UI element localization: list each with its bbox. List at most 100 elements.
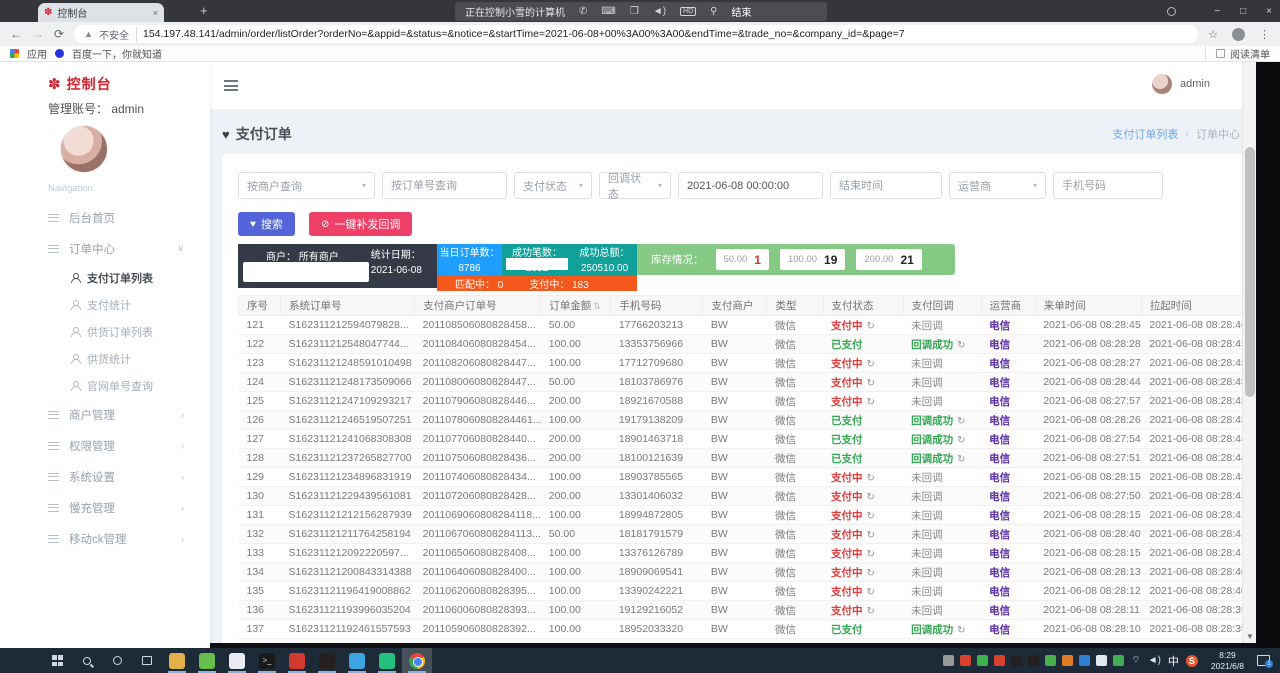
bookmark-baidu[interactable]: 百度一下，你就知道: [72, 46, 162, 61]
merchant-stat-input[interactable]: [243, 262, 369, 282]
apps-grid-icon[interactable]: [10, 49, 19, 58]
order-no-input[interactable]: [382, 172, 507, 199]
start-button[interactable]: [42, 648, 72, 673]
refresh-status-icon[interactable]: ↻: [867, 397, 875, 408]
refresh-status-icon[interactable]: ↻: [867, 359, 875, 370]
fullscreen-icon[interactable]: ❐: [630, 6, 639, 17]
scrollbar-thumb[interactable]: [1245, 147, 1255, 397]
merchant-filter-select[interactable]: 按商户查询▾: [238, 172, 375, 199]
pay-status-select[interactable]: 支付状态▾: [514, 172, 592, 199]
taskbar-terminal-button[interactable]: >_: [252, 648, 282, 673]
column-header-3[interactable]: 订单金额⇅: [541, 296, 611, 316]
end-time-input[interactable]: [830, 172, 942, 199]
reading-list-button[interactable]: 阅读清单: [1205, 46, 1270, 61]
window-minimize-button[interactable]: −: [1214, 6, 1220, 17]
search-button[interactable]: ♥ 搜索: [238, 212, 295, 236]
new-tab-button[interactable]: +: [200, 3, 208, 18]
scroll-down-arrow-icon[interactable]: ▼: [1246, 632, 1254, 641]
security-label[interactable]: 不安全: [99, 27, 137, 42]
refresh-callback-icon[interactable]: ↻: [957, 340, 965, 351]
header-user[interactable]: admin: [1152, 74, 1210, 94]
volume-icon[interactable]: ◄): [1148, 655, 1161, 666]
taskbar-qq-button[interactable]: [312, 648, 342, 673]
phone-icon[interactable]: ✆: [579, 6, 587, 17]
callback-status-select[interactable]: 回调状态▾: [599, 172, 671, 199]
refresh-status-icon[interactable]: ↻: [867, 549, 875, 560]
tray-app-icon-4[interactable]: [1011, 655, 1022, 666]
browser-tab[interactable]: ✽ 控制台 ×: [38, 3, 164, 22]
sidebar-item-merchant-mgmt[interactable]: 商户管理›: [48, 399, 210, 430]
sidebar-item-permission-mgmt[interactable]: 权限管理›: [48, 430, 210, 461]
taskbar-red-snail-app-button[interactable]: [282, 648, 312, 673]
tray-app-icon-5[interactable]: [1028, 655, 1039, 666]
cortana-button[interactable]: [102, 648, 132, 673]
notification-center-icon[interactable]: 1: [1257, 655, 1270, 666]
refresh-callback-icon[interactable]: ↻: [957, 454, 965, 465]
refresh-status-icon[interactable]: ↻: [867, 473, 875, 484]
refresh-callback-icon[interactable]: ↻: [957, 625, 965, 636]
pin-icon[interactable]: ⚲: [710, 6, 717, 17]
taskbar-search-button[interactable]: [72, 648, 102, 673]
hamburger-menu-icon[interactable]: [224, 80, 238, 91]
page-scrollbar[interactable]: ▼: [1242, 62, 1256, 643]
back-button[interactable]: ←: [10, 27, 22, 41]
taskbar-green-play-app-button[interactable]: [372, 648, 402, 673]
phone-input[interactable]: [1053, 172, 1163, 199]
end-time-field[interactable]: [839, 180, 933, 192]
refresh-status-icon[interactable]: ↻: [867, 530, 875, 541]
start-time-field[interactable]: [687, 180, 814, 192]
sidebar-item-dashboard[interactable]: 后台首页: [48, 202, 210, 233]
task-view-button[interactable]: [132, 648, 162, 673]
bookmark-star-icon[interactable]: ☆: [1208, 28, 1218, 41]
sidebar-item-slow-recharge-mgmt[interactable]: 慢充管理›: [48, 492, 210, 523]
tray-app-icon-2[interactable]: [977, 655, 988, 666]
sidebar-subitem-supply-stats[interactable]: 供货统计: [48, 345, 210, 372]
taskbar-dice-app-button[interactable]: [222, 648, 252, 673]
refresh-callback-icon[interactable]: ↻: [957, 435, 965, 446]
browser-menu-icon[interactable]: ⋮: [1259, 28, 1270, 41]
success-count-input[interactable]: [506, 258, 568, 270]
tray-app-icon-8[interactable]: [1079, 655, 1090, 666]
sidebar-subitem-supply-order-list[interactable]: 供货订单列表: [48, 318, 210, 345]
phone-field[interactable]: [1062, 180, 1154, 192]
start-time-input[interactable]: [678, 172, 823, 199]
sidebar-subitem-pay-stats[interactable]: 支付统计: [48, 291, 210, 318]
refresh-status-icon[interactable]: ↻: [867, 321, 875, 332]
keyboard-icon[interactable]: ⌨: [601, 6, 615, 17]
speaker-icon[interactable]: ◄): [653, 6, 666, 17]
hd-quality-icon[interactable]: HD: [680, 7, 696, 16]
taskbar-chrome-button[interactable]: [402, 648, 432, 673]
refresh-callback-icon[interactable]: ↻: [957, 416, 965, 427]
window-close-button[interactable]: ×: [1266, 6, 1272, 17]
browser-profile-avatar[interactable]: [1232, 28, 1245, 41]
refresh-status-icon[interactable]: ↻: [867, 492, 875, 503]
taskbar-blue-bird-app-button[interactable]: [342, 648, 372, 673]
sidebar-item-order-center[interactable]: 订单中心∨: [48, 233, 210, 264]
refresh-status-icon[interactable]: ↻: [867, 378, 875, 389]
tray-app-icon-1[interactable]: [960, 655, 971, 666]
tab-close-icon[interactable]: ×: [153, 8, 158, 18]
sort-icon[interactable]: ⇅: [593, 301, 601, 311]
ime-indicator[interactable]: 中: [1168, 653, 1179, 669]
tray-app-icon-9[interactable]: [1096, 655, 1107, 666]
tray-app-icon-7[interactable]: [1062, 655, 1073, 666]
end-session-button[interactable]: 结束: [731, 4, 751, 19]
taskbar-clock[interactable]: 8:292021/6/8: [1211, 650, 1244, 671]
operator-select[interactable]: 运营商▾: [949, 172, 1046, 199]
refresh-status-icon[interactable]: ↻: [867, 511, 875, 522]
sidebar-item-system-settings[interactable]: 系统设置›: [48, 461, 210, 492]
reload-button[interactable]: ⟳: [54, 27, 64, 41]
tray-app-icon-6[interactable]: [1045, 655, 1056, 666]
tray-app-icon-10[interactable]: [1113, 655, 1124, 666]
window-maximize-button[interactable]: □: [1240, 6, 1246, 17]
sidebar-subitem-official-order-query[interactable]: 官网单号查询: [48, 372, 210, 399]
resend-callback-button[interactable]: ⊘ 一键补发回调: [309, 212, 412, 236]
tray-app-icon-0[interactable]: [943, 655, 954, 666]
forward-button[interactable]: →: [32, 27, 44, 41]
address-bar[interactable]: ▲ 不安全 154.197.48.141/admin/order/listOrd…: [74, 25, 1198, 43]
refresh-status-icon[interactable]: ↻: [867, 568, 875, 579]
taskbar-green-app-button[interactable]: [192, 648, 222, 673]
sidebar-item-mobile-ck-mgmt[interactable]: 移动ck管理›: [48, 523, 210, 554]
refresh-status-icon[interactable]: ↻: [867, 606, 875, 617]
order-no-field[interactable]: [391, 180, 498, 192]
